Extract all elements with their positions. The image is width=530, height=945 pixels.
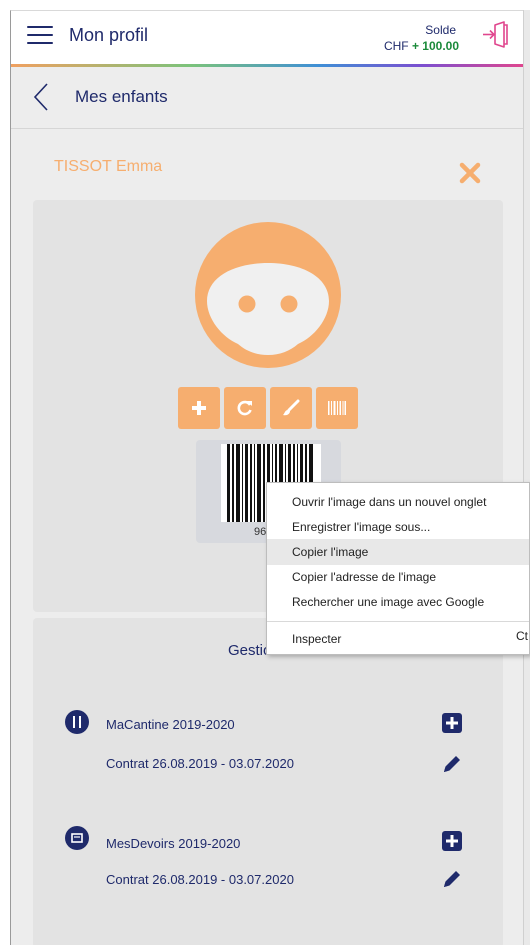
service-name[interactable]: MesDevoirs 2019-2020 — [106, 836, 240, 851]
page-title: Mon profil — [69, 25, 149, 45]
barcode-button[interactable] — [316, 387, 358, 429]
service-name[interactable]: MaCantine 2019-2020 — [106, 717, 235, 732]
add-service-button[interactable] — [442, 713, 462, 733]
brush-icon — [283, 399, 300, 416]
homework-icon — [65, 826, 89, 850]
pencil-icon — [444, 871, 460, 887]
cutlery-icon — [65, 710, 89, 734]
pencil-icon — [444, 756, 460, 772]
app-frame: Mon profil Solde CHF + 100.00 Mes enfant… — [10, 10, 525, 945]
refresh-button[interactable] — [224, 387, 266, 429]
sub-header: Mes enfants — [11, 67, 524, 129]
plus-icon — [192, 401, 206, 415]
barcode-number: 96 — [254, 526, 267, 538]
context-menu: Ouvrir l'image dans un nouvel onglet Enr… — [266, 482, 530, 655]
balance-amount: + 100.00 — [411, 39, 459, 53]
chevron-left-icon[interactable] — [31, 82, 51, 112]
services-card: Gestion des MaCantine 2019-2020 Contrat … — [33, 618, 503, 945]
service-contract: Contrat 26.08.2019 - 03.07.2020 — [106, 872, 294, 887]
hamburger-menu-icon[interactable] — [27, 24, 53, 46]
ctx-inspect-shortcut: Ct — [516, 629, 528, 643]
ctx-separator — [267, 621, 529, 622]
ctx-copy-image-address[interactable]: Copier l'adresse de l'image — [267, 564, 529, 590]
refresh-icon — [237, 400, 252, 416]
service-contract: Contrat 26.08.2019 - 03.07.2020 — [106, 756, 294, 771]
balance-currency: CHF — [383, 39, 409, 53]
plus-icon — [446, 717, 458, 729]
child-name: TISSOT Emma — [54, 158, 163, 175]
child-face-icon — [194, 221, 342, 369]
add-service-button[interactable] — [442, 831, 462, 851]
balance-value: CHF + 100.00 — [384, 39, 459, 53]
ctx-copy-image[interactable]: Copier l'image — [267, 539, 529, 565]
ctx-inspect[interactable]: Inspecter — [267, 626, 529, 652]
plus-icon — [446, 835, 458, 847]
avatar-actions — [178, 387, 358, 429]
balance-label: Solde — [425, 23, 456, 37]
edit-service-button[interactable] — [441, 753, 463, 775]
add-photo-button[interactable] — [178, 387, 220, 429]
customize-button[interactable] — [270, 387, 312, 429]
edit-service-button[interactable] — [441, 868, 463, 890]
logout-icon[interactable] — [482, 21, 510, 49]
top-bar: Mon profil Solde CHF + 100.00 — [11, 11, 524, 67]
close-icon[interactable] — [459, 162, 481, 184]
ctx-open-image-new-tab[interactable]: Ouvrir l'image dans un nouvel onglet — [267, 489, 529, 515]
ctx-search-image-google[interactable]: Rechercher une image avec Google — [267, 589, 529, 615]
window-edge — [523, 10, 530, 945]
barcode-icon — [328, 401, 346, 415]
ctx-save-image-as[interactable]: Enregistrer l'image sous... — [267, 514, 529, 540]
section-title: Mes enfants — [75, 87, 168, 106]
